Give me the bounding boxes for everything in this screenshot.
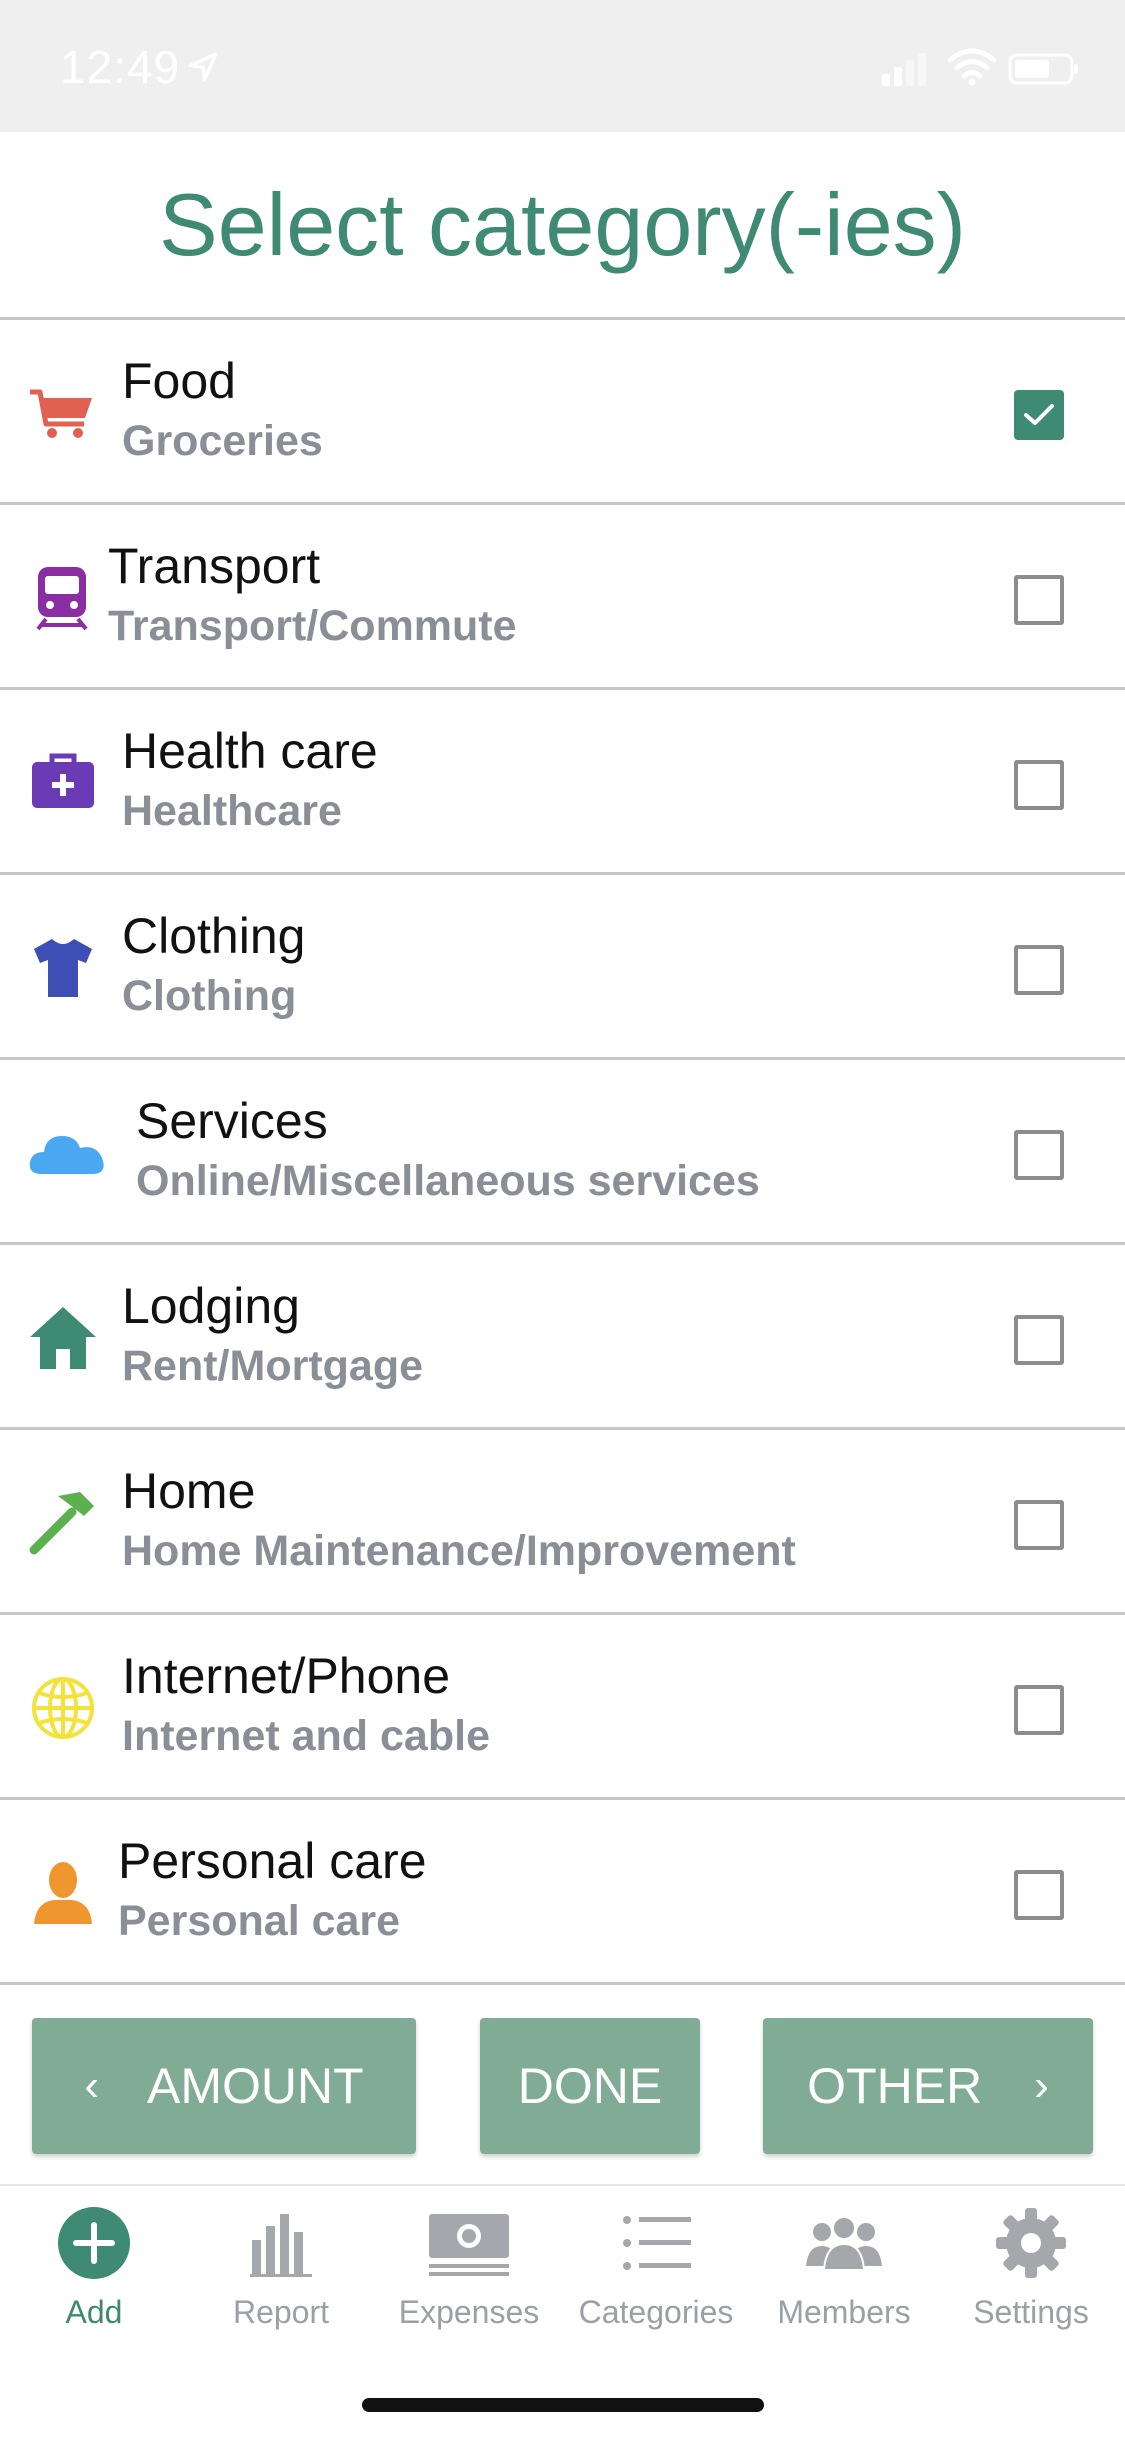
category-checkbox-lodging[interactable] bbox=[1014, 1315, 1064, 1365]
list-icon bbox=[623, 2216, 691, 2270]
category-checkbox-transport[interactable] bbox=[1014, 575, 1064, 625]
group-icon bbox=[806, 2216, 882, 2271]
page-title: Select category(-ies) bbox=[159, 175, 966, 274]
cloud-icon bbox=[29, 1136, 104, 1174]
cellular-signal-icon bbox=[882, 53, 926, 86]
category-row-internet-phone[interactable]: Internet/Phone Internet and cable bbox=[0, 1615, 1125, 1800]
category-checkbox-services[interactable] bbox=[1014, 1130, 1064, 1180]
category-subtitle: Online/Miscellaneous services bbox=[136, 1157, 760, 1205]
category-subtitle: Home Maintenance/Improvement bbox=[122, 1527, 796, 1575]
category-checkbox-internet-phone[interactable] bbox=[1014, 1685, 1064, 1735]
hammer-icon bbox=[29, 1492, 94, 1555]
medical-kit-icon bbox=[32, 753, 94, 808]
tab-categories[interactable]: Categories bbox=[562, 2186, 750, 2330]
category-subtitle: Internet and cable bbox=[122, 1712, 490, 1760]
home-indicator bbox=[362, 2398, 764, 2412]
category-row-clothing[interactable]: Clothing Clothing bbox=[0, 875, 1125, 1060]
category-checkbox-food[interactable] bbox=[1014, 390, 1064, 440]
category-name: Services bbox=[136, 1093, 328, 1149]
category-name: Lodging bbox=[122, 1278, 300, 1334]
shirt-icon bbox=[34, 939, 92, 997]
category-row-food[interactable]: Food Groceries bbox=[0, 320, 1125, 505]
battery-icon bbox=[1008, 53, 1078, 85]
category-row-health-care[interactable]: Health care Healthcare bbox=[0, 690, 1125, 875]
other-button-label: OTHER bbox=[807, 2058, 983, 2114]
other-button[interactable]: OTHER › bbox=[763, 2018, 1093, 2154]
tab-label: Add bbox=[65, 2294, 123, 2330]
category-subtitle: Rent/Mortgage bbox=[122, 1342, 423, 1390]
category-checkbox-personal-care[interactable] bbox=[1014, 1870, 1064, 1920]
gear-icon bbox=[996, 2208, 1066, 2278]
category-name: Health care bbox=[122, 723, 378, 779]
house-icon bbox=[30, 1307, 96, 1369]
category-name: Personal care bbox=[118, 1833, 427, 1889]
done-button-label: DONE bbox=[517, 2058, 663, 2114]
category-subtitle: Healthcare bbox=[122, 787, 342, 835]
person-icon bbox=[34, 1862, 92, 1924]
location-arrow-icon bbox=[188, 52, 218, 82]
category-row-lodging[interactable]: Lodging Rent/Mortgage bbox=[0, 1245, 1125, 1430]
category-list: Food Groceries Transport Transport/Commu… bbox=[0, 320, 1125, 1985]
status-bar: 12:49 bbox=[0, 0, 1125, 132]
done-button[interactable]: DONE bbox=[480, 2018, 700, 2154]
wifi-icon bbox=[948, 48, 996, 86]
category-row-transport[interactable]: Transport Transport/Commute bbox=[0, 505, 1125, 690]
category-name: Food bbox=[122, 353, 236, 409]
tab-members[interactable]: Members bbox=[750, 2186, 938, 2330]
shopping-cart-icon bbox=[30, 389, 92, 438]
tab-expenses[interactable]: Expenses bbox=[375, 2186, 563, 2330]
category-checkbox-clothing[interactable] bbox=[1014, 945, 1064, 995]
category-subtitle: Groceries bbox=[122, 417, 323, 465]
category-row-services[interactable]: Services Online/Miscellaneous services bbox=[0, 1060, 1125, 1245]
check-icon bbox=[1024, 404, 1054, 425]
chevron-right-icon: › bbox=[1034, 2061, 1049, 2110]
category-subtitle: Clothing bbox=[122, 972, 297, 1020]
tab-add[interactable]: Add bbox=[0, 2186, 188, 2330]
category-subtitle: Transport/Commute bbox=[108, 602, 517, 650]
amount-button[interactable]: ‹ AMOUNT bbox=[32, 2018, 416, 2154]
tab-label: Settings bbox=[973, 2294, 1089, 2330]
category-subtitle: Personal care bbox=[118, 1897, 401, 1945]
chevron-left-icon: ‹ bbox=[84, 2061, 99, 2110]
category-checkbox-home[interactable] bbox=[1014, 1500, 1064, 1550]
category-name: Home bbox=[122, 1463, 256, 1519]
tab-label: Categories bbox=[578, 2294, 734, 2330]
tab-report[interactable]: Report bbox=[187, 2186, 375, 2330]
amount-button-label: AMOUNT bbox=[147, 2058, 364, 2114]
tab-label: Members bbox=[777, 2294, 911, 2330]
tab-label: Expenses bbox=[398, 2294, 540, 2330]
add-circle-icon bbox=[58, 2207, 130, 2279]
train-icon bbox=[36, 567, 88, 631]
bar-chart-icon bbox=[250, 2214, 312, 2277]
category-row-home[interactable]: Home Home Maintenance/Improvement bbox=[0, 1430, 1125, 1615]
category-name: Transport bbox=[108, 538, 321, 594]
category-row-personal-care[interactable]: Personal care Personal care bbox=[0, 1800, 1125, 1985]
category-name: Internet/Phone bbox=[122, 1648, 451, 1704]
tab-settings[interactable]: Settings bbox=[937, 2186, 1125, 2330]
tab-label: Report bbox=[232, 2294, 330, 2330]
status-time: 12:49 bbox=[60, 41, 181, 93]
category-checkbox-health-care[interactable] bbox=[1014, 760, 1064, 810]
banknote-icon bbox=[429, 2214, 509, 2276]
globe-icon bbox=[32, 1677, 94, 1739]
category-name: Clothing bbox=[122, 908, 306, 964]
